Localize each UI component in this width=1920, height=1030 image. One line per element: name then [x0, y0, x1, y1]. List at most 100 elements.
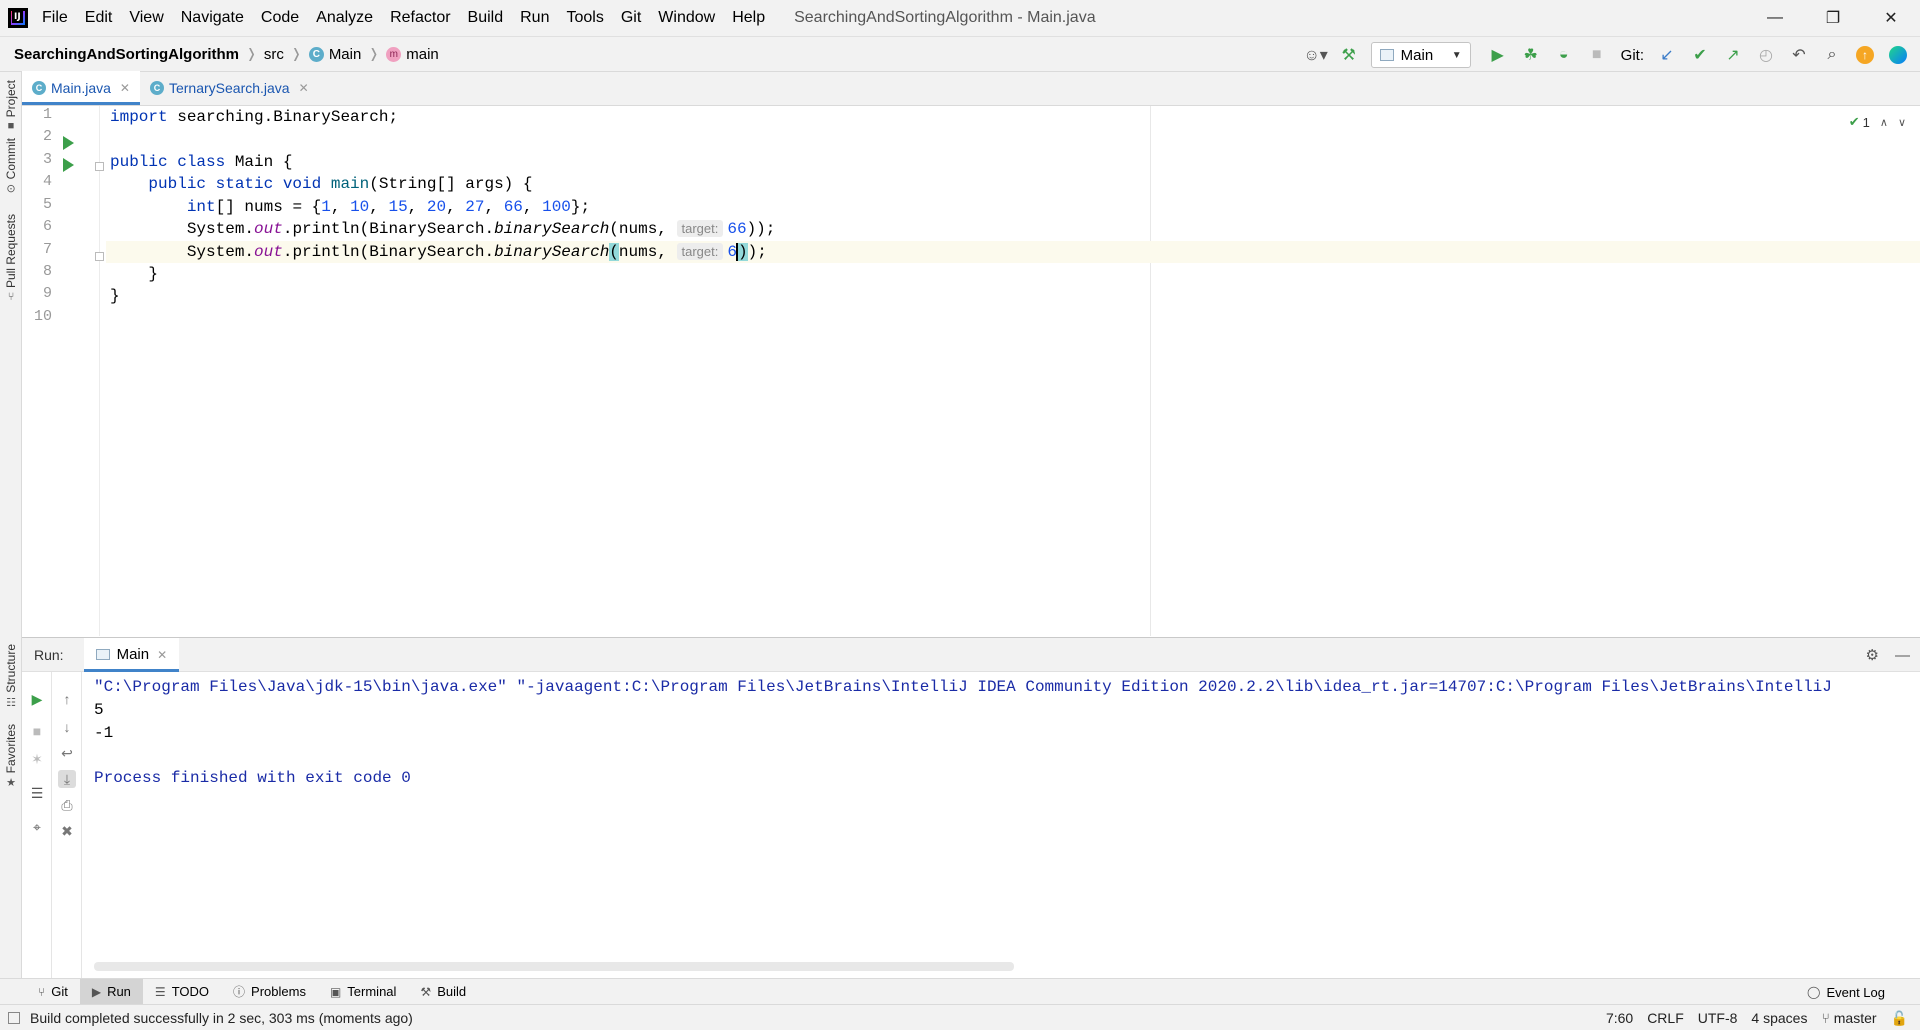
breadcrumb-class[interactable]: C Main	[308, 46, 361, 63]
code-text: (nums,	[609, 220, 677, 238]
pull-request-icon: ⑂	[7, 291, 15, 304]
tool-tab-structure[interactable]: Structure ☷	[0, 644, 22, 709]
menu-build[interactable]: Build	[468, 9, 504, 27]
number-literal: 10	[350, 198, 370, 216]
git-rollback-icon[interactable]: ↶	[1785, 41, 1813, 69]
menu-code[interactable]: Code	[261, 9, 299, 27]
hide-icon[interactable]: —	[1895, 647, 1910, 664]
run-class-gutter-icon[interactable]	[63, 136, 74, 150]
scroll-to-end-icon[interactable]: ⤓	[58, 770, 76, 788]
bottom-tab-terminal[interactable]: ▣ Terminal	[318, 979, 408, 1005]
line-number: 9	[42, 285, 52, 302]
event-log-tab[interactable]: ◯ Event Log	[1807, 979, 1885, 1005]
lock-icon[interactable]: 🔓	[1891, 1010, 1908, 1027]
bottom-tab-todo[interactable]: ☰ TODO	[143, 979, 221, 1005]
debug-icon[interactable]: ☘	[1517, 41, 1545, 69]
breadcrumb-project[interactable]: SearchingAndSortingAlgorithm	[14, 46, 239, 63]
close-icon[interactable]: ✕	[157, 648, 167, 662]
layout-icon[interactable]: ☰	[28, 784, 46, 802]
menu-view[interactable]: View	[129, 9, 163, 27]
menu-window[interactable]: Window	[658, 9, 715, 27]
caret-position[interactable]: 7:60	[1606, 1010, 1633, 1026]
close-icon[interactable]: ✕	[120, 81, 130, 95]
arrow-down-icon[interactable]: ↓	[58, 718, 76, 736]
git-update-icon[interactable]: ↙	[1653, 41, 1681, 69]
bottom-tab-label: TODO	[171, 984, 210, 999]
method-icon: m	[386, 46, 402, 62]
indent-settings[interactable]: 4 spaces	[1751, 1010, 1807, 1026]
restore-button[interactable]: ❐	[1804, 0, 1862, 36]
breadcrumb-method[interactable]: m main	[386, 46, 439, 63]
editor-tab-ternarysearch-java[interactable]: C TernarySearch.java ✕	[140, 71, 319, 105]
git-push-icon[interactable]: ↗	[1719, 41, 1747, 69]
inspection-widget[interactable]: ✔ 1 ∧ ∨	[1849, 114, 1906, 130]
git-history-icon[interactable]: ◴	[1752, 41, 1780, 69]
problems-icon: ⓘ	[233, 985, 246, 999]
git-commit-icon[interactable]: ✔	[1686, 41, 1714, 69]
code-area[interactable]: import searching.BinarySearch; public cl…	[106, 106, 1920, 636]
coverage-icon[interactable]: ◒	[1550, 41, 1578, 69]
gear-icon[interactable]: ⚙	[1866, 646, 1879, 664]
menu-file[interactable]: File	[42, 9, 68, 27]
menu-edit[interactable]: Edit	[85, 9, 113, 27]
stop-icon[interactable]: ■	[1583, 41, 1611, 69]
line-number: 4	[42, 173, 52, 190]
run-tab-main[interactable]: Main ✕	[83, 637, 180, 672]
menu-navigate[interactable]: Navigate	[181, 9, 244, 27]
close-window-button[interactable]: ✕	[1862, 0, 1920, 36]
matched-paren: )	[737, 243, 748, 261]
chevron-up-icon[interactable]: ∧	[1880, 116, 1888, 129]
tool-windows-toggle-icon[interactable]	[8, 1011, 20, 1024]
code-text: .println(BinarySearch.	[282, 220, 495, 238]
rerun-icon[interactable]: ▶	[28, 690, 46, 708]
horizontal-scrollbar[interactable]	[94, 962, 1014, 971]
code-editor[interactable]: 1 2 3 4 5 6 7 8 9 10 import searching.Bi…	[22, 106, 1920, 636]
pin-icon[interactable]: ⌖	[28, 818, 46, 836]
fold-marker-icon[interactable]	[95, 252, 104, 261]
print-icon[interactable]: ⎙	[58, 796, 76, 814]
check-icon: ✔	[1848, 114, 1860, 129]
tool-tab-favorites[interactable]: Favorites ★	[0, 724, 22, 789]
menu-run[interactable]: Run	[520, 9, 549, 27]
search-icon[interactable]: ⌕	[1818, 41, 1846, 69]
bottom-tab-build[interactable]: ⚒ Build	[408, 979, 478, 1005]
chevron-down-icon[interactable]: ∨	[1898, 116, 1906, 129]
tool-tab-commit[interactable]: Commit ⊙	[0, 138, 22, 195]
jetbrains-toolbox-icon[interactable]	[1884, 41, 1912, 69]
file-encoding[interactable]: UTF-8	[1698, 1010, 1738, 1026]
line-separator[interactable]: CRLF	[1647, 1010, 1684, 1026]
editor-tab-main-java[interactable]: C Main.java ✕	[22, 71, 140, 105]
fold-marker-icon[interactable]	[95, 162, 104, 171]
run-icon[interactable]: ▶	[1484, 41, 1512, 69]
stop-icon[interactable]: ■	[28, 722, 46, 740]
bottom-tab-problems[interactable]: ⓘ Problems	[221, 979, 318, 1005]
menu-refactor[interactable]: Refactor	[390, 9, 450, 27]
user-icon[interactable]: ☺▾	[1302, 41, 1330, 69]
arrow-up-icon[interactable]: ↑	[58, 690, 76, 708]
minimize-button[interactable]: —	[1746, 0, 1804, 36]
tool-tab-pull-requests[interactable]: Pull Requests ⑂	[0, 214, 22, 303]
bottom-tool-bar: ⑂ Git ▶ Run ☰ TODO ⓘ Problems ▣ Terminal…	[0, 978, 1920, 1005]
bottom-tab-git[interactable]: ⑂ Git	[26, 979, 80, 1005]
editor-tab-bar: C Main.java ✕ C TernarySearch.java ✕	[22, 71, 1920, 106]
menu-analyze[interactable]: Analyze	[316, 9, 373, 27]
tool-tab-project[interactable]: Project ■	[0, 80, 22, 132]
menu-tools[interactable]: Tools	[566, 9, 603, 27]
breadcrumb-src[interactable]: src	[264, 46, 284, 63]
bottom-tab-run[interactable]: ▶ Run	[79, 978, 143, 1005]
soft-wrap-icon[interactable]: ↩	[58, 744, 76, 762]
run-configuration-select[interactable]: Main ▼	[1370, 42, 1471, 68]
close-icon[interactable]: ✕	[299, 81, 309, 95]
git-branch[interactable]: ⑂ master	[1821, 1010, 1876, 1026]
hammer-icon: ⚒	[420, 984, 432, 999]
trash-icon[interactable]: ✖	[58, 822, 76, 840]
console-output[interactable]: "C:\Program Files\Java\jdk-15\bin\java.e…	[94, 672, 1920, 922]
run-main-gutter-icon[interactable]	[63, 158, 74, 172]
build-hammer-icon[interactable]: ⚒	[1335, 41, 1363, 69]
restore-layout-icon[interactable]: ✶	[28, 750, 46, 768]
status-message[interactable]: Build completed successfully in 2 sec, 3…	[8, 1010, 413, 1026]
inspection-count: 1	[1862, 114, 1870, 130]
menu-git[interactable]: Git	[621, 9, 641, 27]
updates-icon[interactable]: ↑	[1851, 41, 1879, 69]
menu-help[interactable]: Help	[732, 9, 765, 27]
